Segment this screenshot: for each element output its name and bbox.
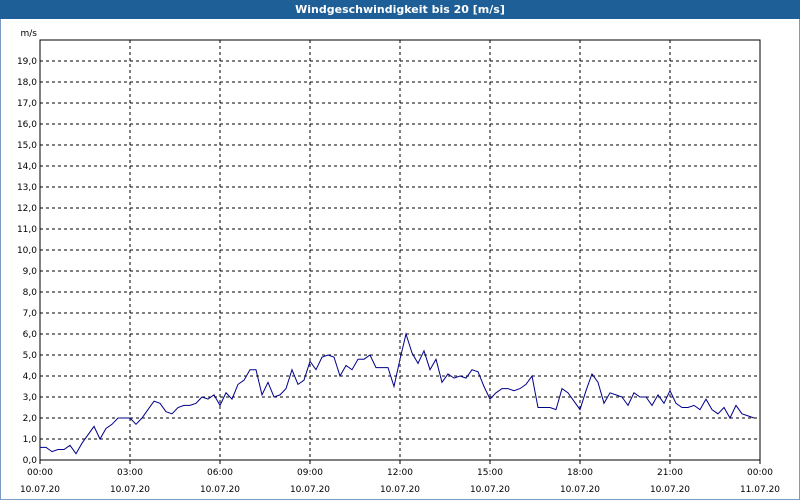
y-tick-label: 5,0	[23, 351, 38, 361]
y-tick-label: 10,0	[17, 246, 37, 256]
x-tick-time: 03:00	[117, 468, 143, 478]
y-tick-label: 2,0	[23, 414, 38, 424]
x-tick-time: 00:00	[27, 468, 53, 478]
y-tick-label: 4,0	[23, 372, 38, 382]
x-tick-time: 12:00	[387, 468, 413, 478]
y-tick-label: 14,0	[17, 162, 37, 172]
y-tick-label: 6,0	[23, 330, 38, 340]
x-tick-date: 10.07.20	[290, 485, 330, 495]
y-axis-label: m/s	[21, 29, 38, 39]
x-tick-date: 10.07.20	[470, 485, 510, 495]
x-tick-date: 10.07.20	[650, 485, 690, 495]
x-tick-time: 18:00	[567, 468, 593, 478]
y-tick-label: 15,0	[17, 141, 37, 151]
y-tick-label: 17,0	[17, 99, 37, 109]
x-tick-date: 10.07.20	[560, 485, 600, 495]
x-tick-time: 00:00	[747, 468, 773, 478]
y-tick-label: 9,0	[23, 267, 38, 277]
y-tick-label: 3,0	[23, 393, 38, 403]
x-tick-date: 10.07.20	[200, 485, 240, 495]
x-tick-date: 10.07.20	[380, 485, 420, 495]
x-tick-time: 15:00	[477, 468, 503, 478]
y-tick-label: 19,0	[17, 57, 37, 67]
x-tick-date: 11.07.20	[740, 485, 780, 495]
x-tick-time: 06:00	[207, 468, 233, 478]
x-tick-time: 21:00	[657, 468, 683, 478]
x-tick-date: 10.07.20	[20, 485, 60, 495]
y-tick-label: 16,0	[17, 120, 37, 130]
x-tick-date: 10.07.20	[110, 485, 150, 495]
y-tick-label: 12,0	[17, 204, 37, 214]
series-line	[40, 332, 755, 455]
y-tick-label: 0,0	[23, 456, 38, 466]
y-tick-label: 18,0	[17, 78, 37, 88]
x-tick-time: 09:00	[297, 468, 323, 478]
y-tick-label: 13,0	[17, 183, 37, 193]
y-tick-label: 8,0	[23, 288, 38, 298]
y-tick-label: 7,0	[23, 309, 38, 319]
y-tick-label: 11,0	[17, 225, 37, 235]
y-tick-label: 1,0	[23, 435, 38, 445]
chart-area: 0,0 1,0 2,0 3,0 4,0 5,0 6,0 7,0 8,0 9,0 10,0 11,0 12…	[17, 29, 780, 495]
